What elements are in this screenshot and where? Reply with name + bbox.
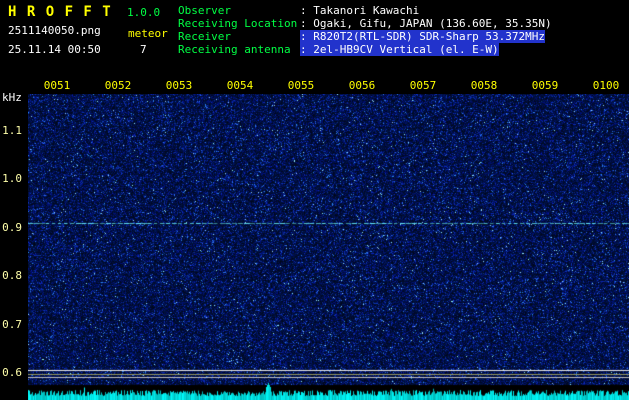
y-tick: 0.8 [2, 269, 22, 282]
x-tick: 0057 [409, 79, 437, 92]
y-tick: 1.0 [2, 172, 22, 185]
output-filename: 2511140050.png [8, 24, 101, 37]
y-tick: 1.1 [2, 124, 22, 137]
x-tick: 0059 [531, 79, 559, 92]
y-tick: 0.9 [2, 221, 22, 234]
x-tick: 0053 [165, 79, 193, 92]
info-row-antenna: Receiving antenna : 2el-HB9CV Vertical (e… [178, 43, 552, 56]
datetime-label: 25.11.14 00:50 [8, 43, 101, 56]
app-title: H R O F F T [8, 4, 112, 20]
info-label: Receiving Location [178, 17, 298, 30]
info-label: Observer [178, 4, 231, 17]
info-row-observer: Observer : Takanori Kawachi [178, 4, 552, 17]
hrofft-app: H R O F F T 1.0.0 2511140050.png meteor … [0, 0, 629, 400]
app-version: 1.0.0 [127, 6, 161, 19]
x-tick: 0054 [226, 79, 254, 92]
y-axis-unit: kHz [2, 91, 22, 104]
info-value: : Takanori Kawachi [300, 4, 420, 17]
x-tick: 0055 [287, 79, 315, 92]
y-tick: 0.7 [2, 318, 22, 331]
echo-count: 7 [140, 43, 147, 56]
info-value-highlighted: : 2el-HB9CV Vertical (el. E-W) [300, 43, 499, 56]
y-tick: 0.6 [2, 366, 22, 379]
info-row-location: Receiving Location: Ogaki, Gifu, JAPAN (… [178, 17, 552, 30]
x-tick: 0056 [348, 79, 376, 92]
info-value-highlighted: : R820T2(RTL-SDR) SDR-Sharp 53.372MHz [300, 30, 546, 43]
mode-label: meteor [128, 27, 168, 40]
info-row-receiver: Receiver : R820T2(RTL-SDR) SDR-Sharp 53.3… [178, 30, 552, 43]
x-tick: 0051 [43, 79, 71, 92]
spectrogram-canvas [28, 94, 629, 400]
x-tick: 0058 [470, 79, 498, 92]
info-label: Receiver [178, 30, 231, 43]
x-tick: 0100 [592, 79, 620, 92]
info-label: Receiving antenna [178, 43, 291, 56]
x-tick: 0052 [104, 79, 132, 92]
station-info: Observer : Takanori Kawachi Receiving Loc… [178, 4, 552, 56]
info-value: : Ogaki, Gifu, JAPAN (136.60E, 35.35N) [300, 17, 552, 30]
